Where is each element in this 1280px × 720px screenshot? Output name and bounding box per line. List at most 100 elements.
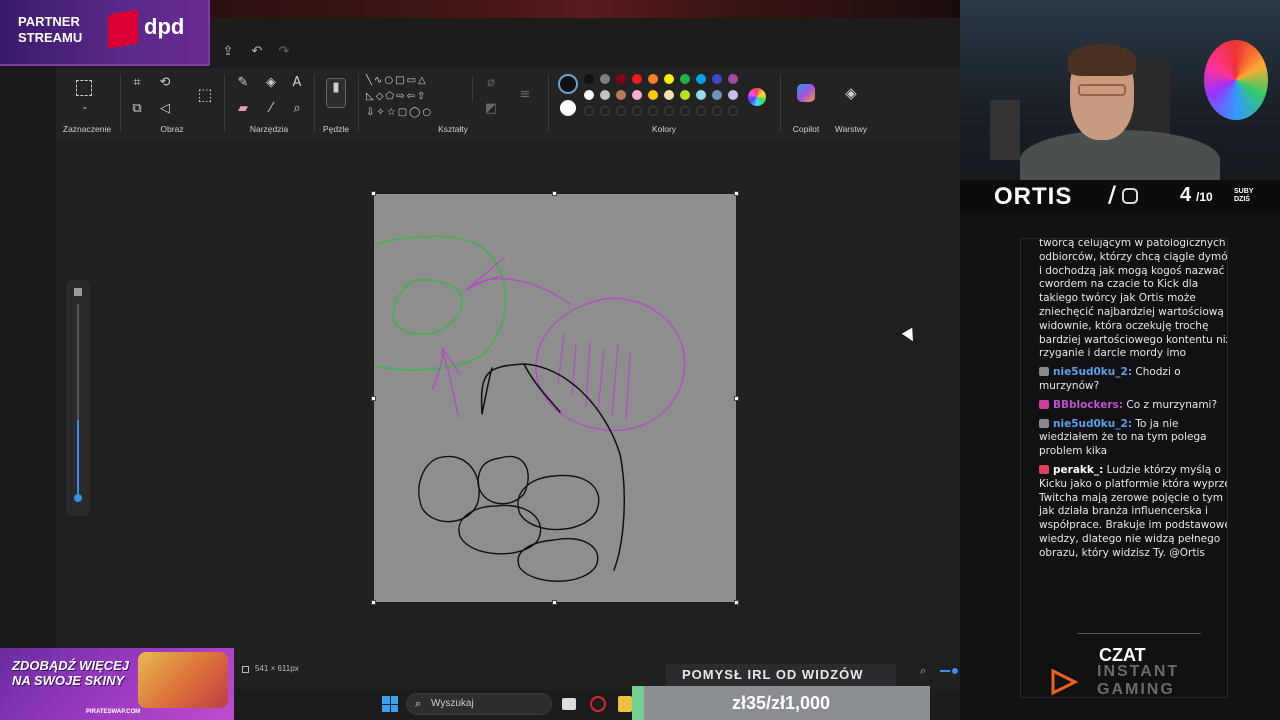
color-swatch[interactable] xyxy=(584,90,594,100)
purple-arrow-down xyxy=(431,347,461,417)
edit-colors-icon[interactable] xyxy=(748,88,766,106)
drawing-canvas[interactable] xyxy=(374,194,736,602)
group-label-copilot: Copilot xyxy=(792,124,820,134)
color-swatch[interactable] xyxy=(680,90,690,100)
prize-wheel-icon xyxy=(1204,40,1268,120)
magnifier-icon[interactable]: ⌕ xyxy=(288,100,306,118)
brush-icon[interactable]: ▮ xyxy=(326,78,346,108)
group-tools: ✎ ◈ A ▰ ⁄ ⌕ Narzędzia xyxy=(226,68,312,140)
color-swatch[interactable] xyxy=(664,90,674,100)
color-swatch[interactable] xyxy=(696,90,706,100)
pencil-icon[interactable]: ✎ xyxy=(234,74,252,92)
custom-color-slot[interactable] xyxy=(584,106,594,116)
slider-knob[interactable] xyxy=(74,494,82,502)
custom-color-slot[interactable] xyxy=(632,106,642,116)
chat-username[interactable]: perakk_: xyxy=(1053,464,1103,476)
share-icon[interactable]: ⇪ xyxy=(220,44,236,60)
resize-handle[interactable] xyxy=(734,396,739,401)
outline-icon[interactable]: ⌀ xyxy=(482,74,500,92)
purple-hatching xyxy=(557,333,631,421)
color-swatch[interactable] xyxy=(696,74,706,84)
partner-text: PARTNER STREAMU xyxy=(18,14,82,46)
secondary-color[interactable] xyxy=(560,100,576,116)
color-swatch[interactable] xyxy=(600,90,610,100)
redo-icon[interactable]: ↷ xyxy=(276,44,292,60)
color-swatch[interactable] xyxy=(616,90,626,100)
stream-banner xyxy=(210,0,960,18)
shapes-row3-icon[interactable]: ⇩✧☆▢◯○ xyxy=(366,104,474,122)
chat-text: twórcą celującym w patologicznych odbior… xyxy=(1039,238,1228,360)
custom-color-slot[interactable] xyxy=(616,106,626,116)
custom-color-slot[interactable] xyxy=(712,106,722,116)
color-swatch[interactable] xyxy=(712,90,722,100)
resize-handle[interactable] xyxy=(552,191,557,196)
file-explorer-icon[interactable] xyxy=(618,696,632,712)
color-swatch[interactable] xyxy=(648,90,658,100)
black-circle-2 xyxy=(477,455,529,505)
custom-color-slot[interactable] xyxy=(664,106,674,116)
fill-icon[interactable]: ◈ xyxy=(262,74,280,92)
chat-username[interactable]: BBblockers: xyxy=(1053,399,1123,411)
windows-start-icon[interactable] xyxy=(382,696,398,712)
resize-handle[interactable] xyxy=(371,396,376,401)
opera-icon[interactable] xyxy=(590,696,606,712)
color-swatch[interactable] xyxy=(728,90,738,100)
color-swatch[interactable] xyxy=(600,74,610,84)
rotate-icon[interactable]: ⟲ xyxy=(156,74,174,92)
text-icon[interactable]: A xyxy=(288,74,306,92)
color-swatch[interactable] xyxy=(712,74,722,84)
custom-color-slot[interactable] xyxy=(696,106,706,116)
color-swatch[interactable] xyxy=(664,74,674,84)
color-swatch[interactable] xyxy=(680,74,690,84)
partner-banner: PARTNER STREAMU dpd xyxy=(0,0,210,66)
selection-icon[interactable] xyxy=(76,80,92,96)
divider xyxy=(314,74,315,132)
custom-color-slot[interactable] xyxy=(680,106,690,116)
color-swatch[interactable] xyxy=(584,74,594,84)
color-swatch[interactable] xyxy=(616,74,626,84)
color-swatch[interactable] xyxy=(728,74,738,84)
taskbar-search[interactable]: ⌕ Wyszukaj xyxy=(406,693,552,715)
undo-icon[interactable]: ↶ xyxy=(249,44,265,60)
image-select-icon[interactable]: ⬚ xyxy=(196,86,214,104)
chevron-down-icon[interactable]: ⌄ xyxy=(76,98,94,116)
custom-color-slot[interactable] xyxy=(648,106,658,116)
resize-handle[interactable] xyxy=(552,600,557,605)
layers-icon[interactable]: ◈ xyxy=(842,84,860,102)
chat-message: nie5ud0ku_2: To ja nie wiedziałem że to … xyxy=(1039,418,1227,459)
custom-color-slot[interactable] xyxy=(600,106,610,116)
copilot-icon[interactable] xyxy=(797,84,815,102)
custom-color-slot[interactable] xyxy=(728,106,738,116)
color-picker-icon[interactable]: ⁄ xyxy=(262,100,280,118)
shape-size-icon[interactable]: ≡ xyxy=(516,86,534,104)
microphone-icon xyxy=(990,100,1020,160)
color-swatch[interactable] xyxy=(648,74,658,84)
slider-fill xyxy=(77,420,79,494)
zoom-icon[interactable]: ⌕ xyxy=(920,664,926,678)
shape-fill-icon[interactable]: ◩ xyxy=(482,100,500,118)
chat-username[interactable]: nie5ud0ku_2: xyxy=(1053,366,1132,378)
color-swatch[interactable] xyxy=(632,74,642,84)
resize-handle[interactable] xyxy=(734,191,739,196)
chat-divider xyxy=(1077,633,1201,634)
crop-icon[interactable]: ⌗ xyxy=(128,74,146,92)
subs-label-line-2: DZIŚ xyxy=(1234,196,1250,203)
zoom-knob[interactable] xyxy=(950,666,960,676)
brush-size-slider[interactable] xyxy=(66,280,90,516)
resize-handle[interactable] xyxy=(734,600,739,605)
primary-color[interactable] xyxy=(558,74,578,94)
divider xyxy=(548,74,549,132)
chat-username[interactable]: nie5ud0ku_2: xyxy=(1053,418,1132,430)
resize-handle[interactable] xyxy=(371,600,376,605)
color-swatch[interactable] xyxy=(632,90,642,100)
donation-goal: zł35/zł1,000 xyxy=(632,686,930,720)
task-view-icon[interactable] xyxy=(562,698,576,710)
flip-icon[interactable]: ◁ xyxy=(156,100,174,118)
user-badge-icon xyxy=(1039,399,1049,409)
resize-icon[interactable]: ⧉ xyxy=(128,100,146,118)
eraser-icon[interactable]: ▰ xyxy=(234,100,252,118)
chat-messages: twórcą celującym w patologicznych odbior… xyxy=(1039,238,1228,566)
resize-handle[interactable] xyxy=(371,191,376,196)
group-label-tools: Narzędzia xyxy=(249,124,289,134)
black-circle-3 xyxy=(517,474,600,531)
